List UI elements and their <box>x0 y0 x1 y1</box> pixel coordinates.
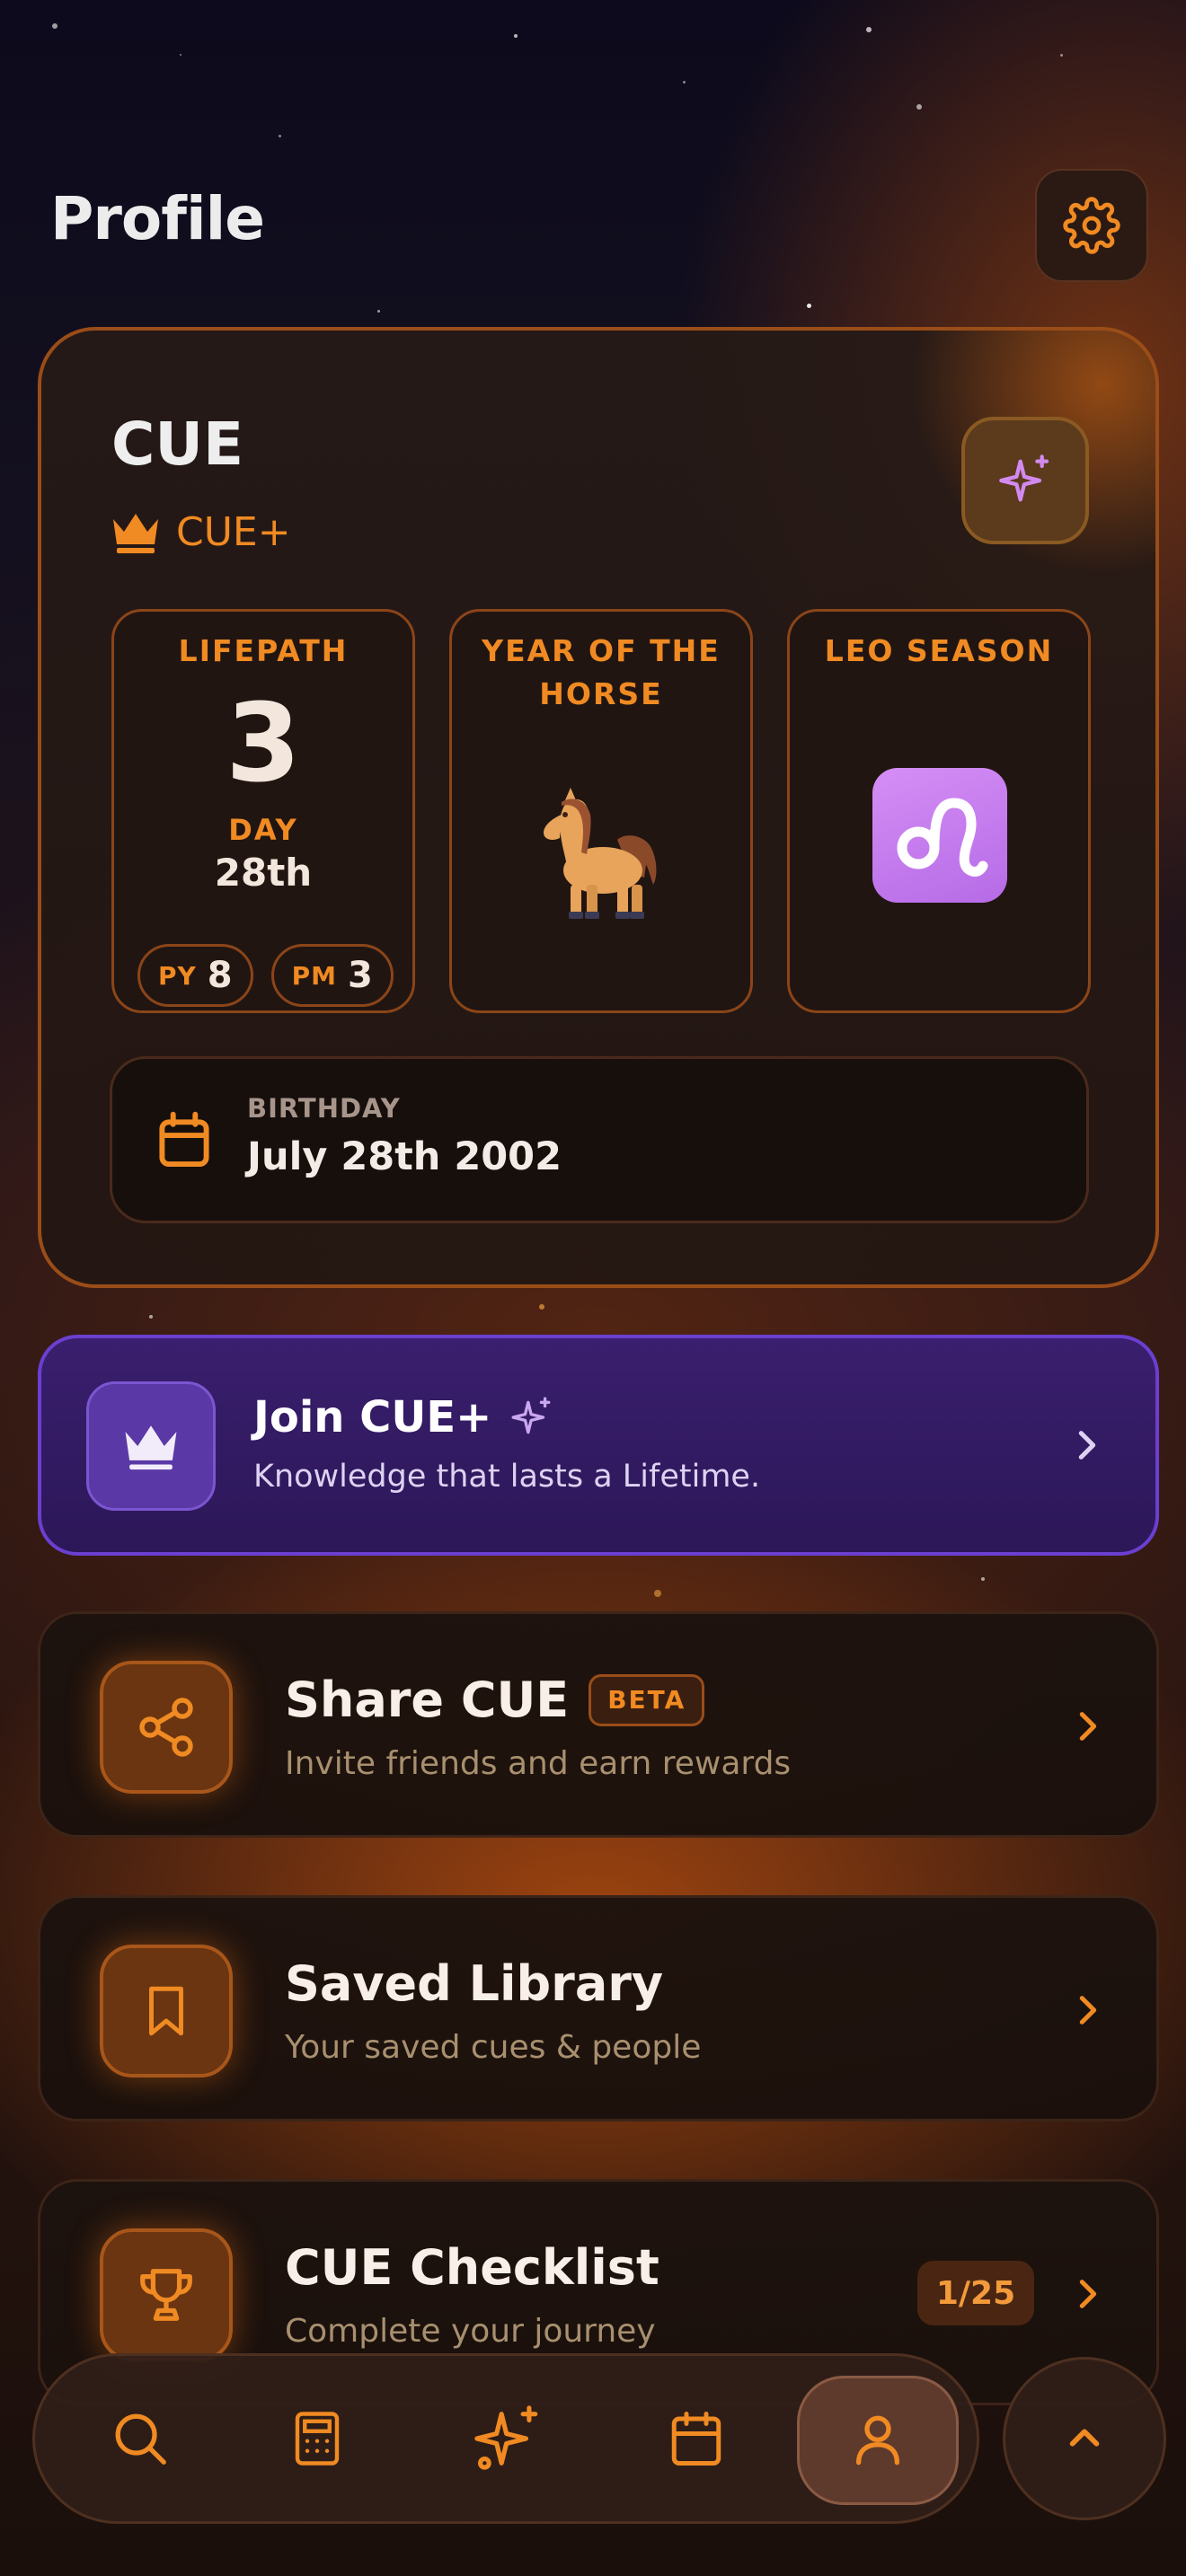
py-label: PY <box>158 960 197 991</box>
sparkles-icon <box>511 1397 551 1434</box>
magic-button[interactable] <box>961 417 1089 544</box>
sparkles-icon <box>474 2405 538 2470</box>
calculator-icon <box>295 2412 340 2466</box>
lifepath-tile[interactable]: LIFEPATH 3 DAY 28th PY 8 PM 3 <box>111 609 415 1013</box>
nav-search[interactable] <box>59 2356 221 2521</box>
pm-value: 3 <box>348 955 373 996</box>
saved-library-card[interactable]: Saved Library Your saved cues & people <box>38 1895 1159 2122</box>
horse-icon <box>544 788 657 919</box>
chevron-right-icon <box>1079 1712 1097 1741</box>
bookmark-icon <box>149 1986 183 2036</box>
calendar-icon <box>671 2412 721 2466</box>
day-label: DAY <box>228 813 298 847</box>
zodiac-year-tile[interactable]: YEAR OF THE HORSE <box>449 609 753 1013</box>
share-title: Share CUE <box>285 1672 570 1728</box>
share-subtitle: Invite friends and earn rewards <box>285 1745 792 1782</box>
nav-calendar[interactable] <box>615 2356 777 2521</box>
trophy-icon-tile <box>100 2228 233 2361</box>
chevron-right-icon <box>1079 2280 1097 2308</box>
library-title: Saved Library <box>285 1955 664 2012</box>
user-name: CUE <box>111 410 244 479</box>
share-icon <box>139 1698 193 1757</box>
checklist-chevron <box>1065 2272 1110 2316</box>
lifepath-title: LIFEPATH <box>178 633 349 668</box>
profile-icon <box>856 2415 899 2466</box>
calendar-icon <box>159 1111 209 1168</box>
birthday-label: BIRTHDAY <box>247 1093 401 1124</box>
beta-badge: BETA <box>589 1673 705 1726</box>
library-subtitle: Your saved cues & people <box>285 2029 702 2066</box>
library-chevron <box>1065 1988 1110 2033</box>
day-value: 28th <box>214 851 313 895</box>
share-card[interactable]: Share CUE BETA Invite friends and earn r… <box>38 1611 1159 1838</box>
chevron-up-icon <box>1069 2429 1100 2447</box>
season-tile[interactable]: LEO SEASON <box>787 609 1091 1013</box>
lifepath-number: 3 <box>226 682 301 807</box>
plan-label: CUE+ <box>176 508 291 555</box>
page-title: Profile <box>50 184 265 253</box>
nav-sparkles[interactable] <box>427 2356 589 2521</box>
join-title: Join CUE+ <box>253 1392 492 1442</box>
gear-icon <box>1063 197 1120 254</box>
join-plus-card[interactable]: Join CUE+ Knowledge that lasts a Lifetim… <box>38 1335 1159 1556</box>
personal-year-pill: PY 8 <box>137 944 253 1007</box>
share-icon-tile <box>100 1661 233 1794</box>
checklist-title: CUE Checklist <box>285 2239 659 2296</box>
settings-button[interactable] <box>1035 169 1148 282</box>
share-title-row: Share CUE BETA <box>285 1672 705 1728</box>
search-icon <box>115 2413 166 2465</box>
season-title: LEO SEASON <box>824 633 1054 668</box>
personal-month-pill: PM 3 <box>270 944 394 1007</box>
nav-calculator[interactable] <box>236 2356 398 2521</box>
profile-card: CUE CUE+ LIFEPATH 3 DAY 28th PY 8 PM 3 Y… <box>38 327 1159 1288</box>
join-title-row: Join CUE+ <box>253 1392 554 1442</box>
checklist-count-badge: 1/25 <box>917 2261 1034 2325</box>
trophy-icon <box>140 2269 192 2321</box>
birthday-value: July 28th 2002 <box>247 1134 562 1179</box>
crown-icon <box>113 514 158 553</box>
pm-label: PM <box>291 960 338 991</box>
zodiac-year-title: YEAR OF THE HORSE <box>482 633 721 711</box>
crown-icon <box>125 1425 177 1470</box>
join-subtitle: Knowledge that lasts a Lifetime. <box>253 1459 761 1495</box>
bottom-nav <box>32 2353 979 2524</box>
bookmark-icon-tile <box>100 1945 233 2078</box>
sparkles-icon <box>999 454 1049 502</box>
birthday-box[interactable]: BIRTHDAY July 28th 2002 <box>110 1056 1089 1223</box>
py-value: 8 <box>207 955 233 996</box>
chevron-right-icon <box>1078 1431 1096 1460</box>
chevron-right-icon <box>1079 1996 1097 2025</box>
leo-icon <box>872 768 1007 903</box>
join-crown-tile <box>86 1381 216 1511</box>
checklist-subtitle: Complete your journey <box>285 2313 656 2350</box>
plan-badge: CUE+ <box>110 508 291 555</box>
share-chevron <box>1065 1704 1110 1749</box>
nav-profile[interactable] <box>797 2356 959 2521</box>
scroll-up-button[interactable] <box>1003 2357 1166 2520</box>
